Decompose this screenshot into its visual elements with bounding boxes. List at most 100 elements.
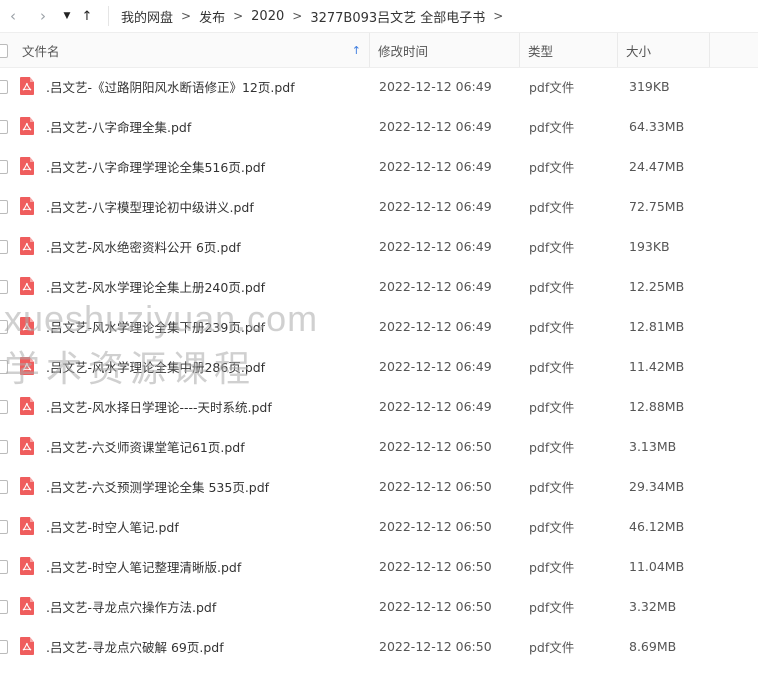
row-checkbox[interactable]: [0, 480, 8, 494]
file-row[interactable]: .吕文艺-《过路阴阳风水断语修正》12页.pdf 2022-12-12 06:49…: [0, 66, 758, 106]
file-name[interactable]: .吕文艺-八字命理学理论全集516页.pdf: [46, 146, 265, 186]
column-header-type[interactable]: 类型: [520, 33, 618, 67]
row-checkbox[interactable]: [0, 280, 8, 294]
file-list-header: 文件名 ↑ 修改时间 类型 大小: [0, 32, 758, 68]
file-row[interactable]: .吕文艺-六爻师资课堂笔记61页.pdf 2022-12-12 06:50 pdf文…: [0, 426, 758, 466]
row-checkbox[interactable]: [0, 200, 8, 214]
file-row[interactable]: .吕文艺-风水学理论全集中册286页.pdf 2022-12-12 06:49 pd…: [0, 346, 758, 386]
file-type: pdf文件: [529, 279, 575, 295]
row-checkbox[interactable]: [0, 360, 8, 374]
file-row[interactable]: .吕文艺-风水择日学理论----天时系统.pdf 2022-12-12 06:49…: [0, 386, 758, 426]
breadcrumb-item-publish[interactable]: 发布: [195, 7, 229, 26]
file-modified: 2022-12-12 06:50: [379, 478, 492, 494]
pdf-file-icon: [20, 597, 34, 615]
column-header-size-label: 大小: [626, 43, 652, 59]
file-modified: 2022-12-12 06:49: [379, 238, 492, 254]
row-checkbox[interactable]: [0, 400, 8, 414]
history-dropdown-icon[interactable]: ▼: [60, 5, 74, 27]
file-name[interactable]: .吕文艺-风水学理论全集上册240页.pdf: [46, 266, 265, 306]
file-name[interactable]: .吕文艺-风水学理论全集下册239页.pdf: [46, 306, 265, 346]
file-type: pdf文件: [529, 519, 575, 535]
file-modified: 2022-12-12 06:49: [379, 358, 492, 374]
file-name[interactable]: .吕文艺-六爻师资课堂笔记61页.pdf: [46, 426, 245, 466]
file-modified: 2022-12-12 06:49: [379, 158, 492, 174]
file-name[interactable]: .吕文艺-时空人笔记.pdf: [46, 506, 179, 546]
file-type: pdf文件: [529, 439, 575, 455]
pdf-file-icon: [20, 157, 34, 175]
file-type: pdf文件: [529, 199, 575, 215]
breadcrumb-item-my-drive[interactable]: 我的网盘: [117, 7, 177, 26]
file-modified: 2022-12-12 06:49: [379, 118, 492, 134]
up-icon[interactable]: ↑: [80, 5, 94, 27]
pdf-file-icon: [20, 517, 34, 535]
breadcrumb-separator: >: [233, 9, 244, 23]
file-name[interactable]: .吕文艺-寻龙点穴破解 69页.pdf: [46, 626, 224, 666]
file-type: pdf文件: [529, 359, 575, 375]
file-name[interactable]: .吕文艺-风水学理论全集中册286页.pdf: [46, 346, 265, 386]
file-type: pdf文件: [529, 639, 575, 655]
file-name[interactable]: .吕文艺-风水绝密资料公开 6页.pdf: [46, 226, 241, 266]
breadcrumb-item-current-folder[interactable]: 3277B093吕文艺 全部电子书: [306, 7, 489, 26]
row-checkbox[interactable]: [0, 440, 8, 454]
toolbar: ‹ › ▼ ↑ 我的网盘 > 发布 > 2020 > 3277B093吕文艺 全…: [0, 0, 758, 32]
file-list: .吕文艺-《过路阴阳风水断语修正》12页.pdf 2022-12-12 06:49…: [0, 66, 758, 666]
file-type: pdf文件: [529, 159, 575, 175]
file-row[interactable]: .吕文艺-时空人笔记整理清晰版.pdf 2022-12-12 06:50 pdf文件…: [0, 546, 758, 586]
file-row[interactable]: .吕文艺-六爻预测学理论全集 535页.pdf 2022-12-12 06:50 p…: [0, 466, 758, 506]
file-modified: 2022-12-12 06:49: [379, 198, 492, 214]
file-row[interactable]: .吕文艺-八字命理全集.pdf 2022-12-12 06:49 pdf文件 64.3…: [0, 106, 758, 146]
file-name[interactable]: .吕文艺-《过路阴阳风水断语修正》12页.pdf: [46, 66, 295, 106]
file-row[interactable]: .吕文艺-寻龙点穴操作方法.pdf 2022-12-12 06:50 pdf文件 3.…: [0, 586, 758, 626]
file-size: 319KB: [629, 78, 670, 94]
file-row[interactable]: .吕文艺-风水绝密资料公开 6页.pdf 2022-12-12 06:49 pdf文…: [0, 226, 758, 266]
row-checkbox[interactable]: [0, 560, 8, 574]
file-modified: 2022-12-12 06:50: [379, 638, 492, 654]
file-modified: 2022-12-12 06:50: [379, 438, 492, 454]
row-checkbox[interactable]: [0, 240, 8, 254]
file-size: 3.13MB: [629, 438, 677, 454]
row-checkbox[interactable]: [0, 600, 8, 614]
forward-icon[interactable]: ›: [32, 5, 54, 27]
file-size: 12.81MB: [629, 318, 685, 334]
sort-ascending-icon: ↑: [351, 43, 361, 57]
pdf-file-icon: [20, 477, 34, 495]
file-name[interactable]: .吕文艺-风水择日学理论----天时系统.pdf: [46, 386, 272, 426]
file-row[interactable]: .吕文艺-八字模型理论初中级讲义.pdf 2022-12-12 06:49 pdf文…: [0, 186, 758, 226]
column-header-name-label: 文件名: [22, 43, 60, 59]
row-checkbox[interactable]: [0, 120, 8, 134]
file-name[interactable]: .吕文艺-时空人笔记整理清晰版.pdf: [46, 546, 241, 586]
select-all-checkbox[interactable]: [0, 44, 8, 58]
pdf-file-icon: [20, 437, 34, 455]
file-row[interactable]: .吕文艺-寻龙点穴破解 69页.pdf 2022-12-12 06:50 pdf文件…: [0, 626, 758, 666]
file-name[interactable]: .吕文艺-八字命理全集.pdf: [46, 106, 191, 146]
file-name[interactable]: .吕文艺-寻龙点穴操作方法.pdf: [46, 586, 216, 626]
row-checkbox[interactable]: [0, 640, 8, 654]
row-checkbox[interactable]: [0, 320, 8, 334]
row-checkbox[interactable]: [0, 160, 8, 174]
row-checkbox[interactable]: [0, 80, 8, 94]
file-size: 12.25MB: [629, 278, 685, 294]
pdf-file-icon: [20, 197, 34, 215]
file-row[interactable]: .吕文艺-风水学理论全集下册239页.pdf 2022-12-12 06:49 pd…: [0, 306, 758, 346]
file-row[interactable]: .吕文艺-时空人笔记.pdf 2022-12-12 06:50 pdf文件 46.12…: [0, 506, 758, 546]
back-icon[interactable]: ‹: [2, 5, 24, 27]
file-row[interactable]: .吕文艺-八字命理学理论全集516页.pdf 2022-12-12 06:49 pd…: [0, 146, 758, 186]
file-size: 29.34MB: [629, 478, 685, 494]
pdf-file-icon: [20, 277, 34, 295]
file-row[interactable]: .吕文艺-风水学理论全集上册240页.pdf 2022-12-12 06:49 pd…: [0, 266, 758, 306]
row-checkbox[interactable]: [0, 520, 8, 534]
pdf-file-icon: [20, 397, 34, 415]
file-modified: 2022-12-12 06:49: [379, 78, 492, 94]
column-header-modified[interactable]: 修改时间: [370, 33, 520, 67]
file-type: pdf文件: [529, 479, 575, 495]
column-header-size[interactable]: 大小: [618, 33, 710, 67]
breadcrumb-item-2020[interactable]: 2020: [247, 9, 288, 24]
file-type: pdf文件: [529, 319, 575, 335]
column-header-name[interactable]: 文件名 ↑: [0, 33, 370, 67]
file-name[interactable]: .吕文艺-八字模型理论初中级讲义.pdf: [46, 186, 254, 226]
file-size: 72.75MB: [629, 198, 685, 214]
file-name[interactable]: .吕文艺-六爻预测学理论全集 535页.pdf: [46, 466, 269, 506]
file-size: 46.12MB: [629, 518, 685, 534]
file-size: 12.88MB: [629, 398, 685, 414]
file-modified: 2022-12-12 06:50: [379, 598, 492, 614]
